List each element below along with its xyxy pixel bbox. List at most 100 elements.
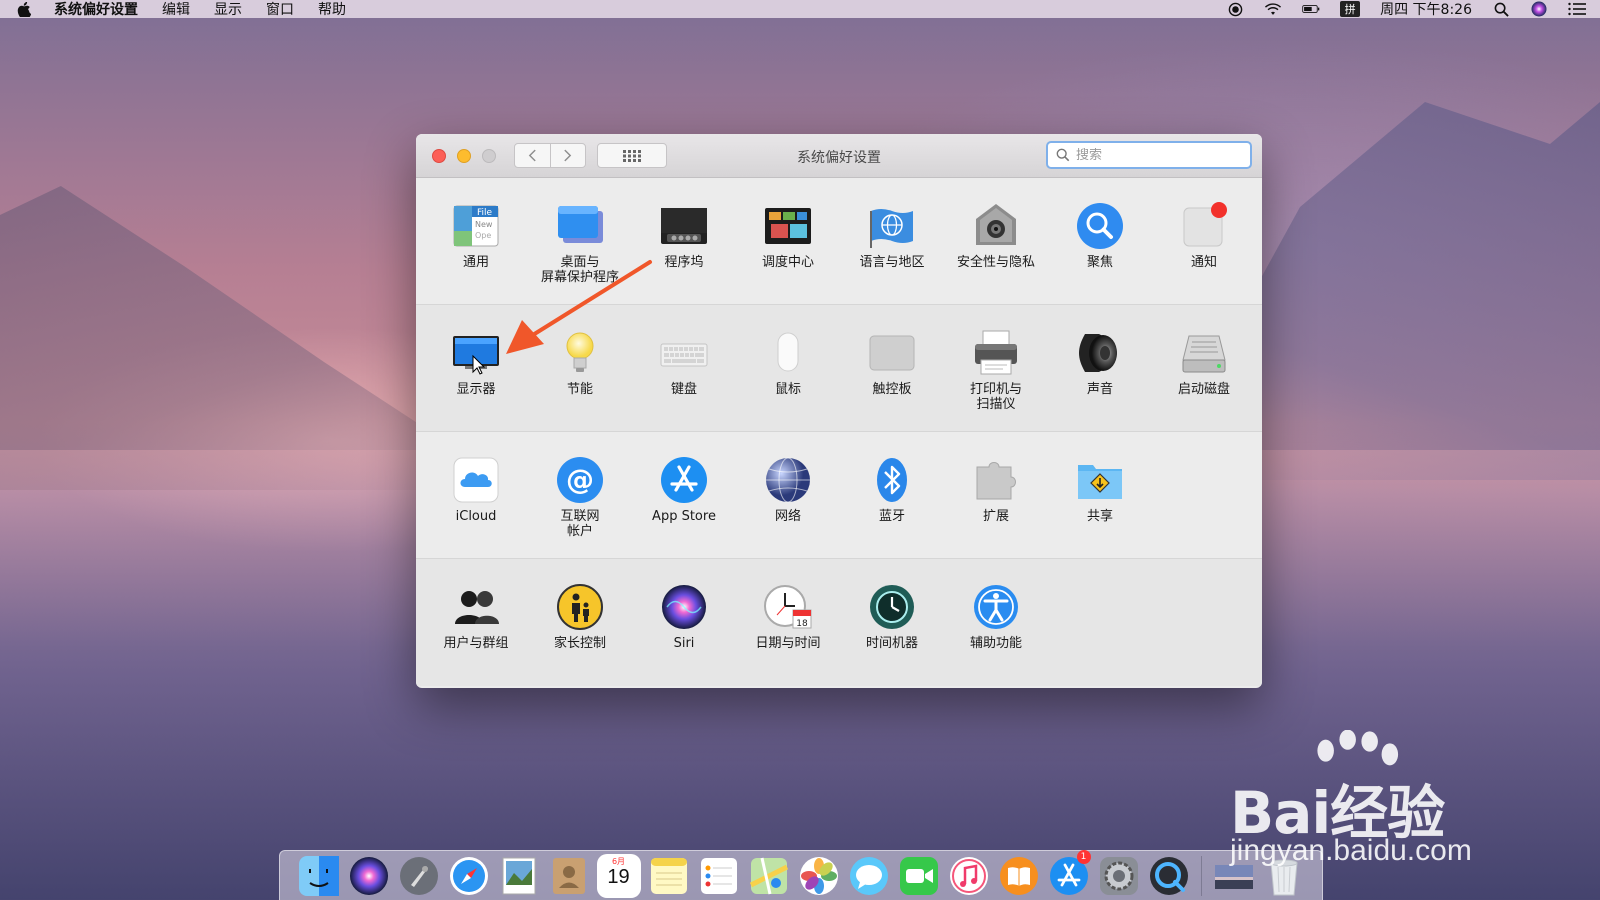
svg-text:Ope: Ope xyxy=(475,231,491,240)
dock-siri[interactable] xyxy=(347,854,391,898)
pane-internet-accounts[interactable]: @ 互联网 帐户 xyxy=(528,454,632,539)
sound-icon xyxy=(1074,327,1126,379)
menu-window[interactable]: 窗口 xyxy=(266,0,294,19)
trackpad-icon xyxy=(866,327,918,379)
pane-trackpad[interactable]: 触控板 xyxy=(840,327,944,397)
dock-photos[interactable] xyxy=(797,854,841,898)
pane-mouse[interactable]: 鼠标 xyxy=(736,327,840,397)
pane-date-time[interactable]: 18 日期与时间 xyxy=(736,581,840,651)
dock-app-store[interactable]: 1 xyxy=(1047,850,1091,898)
mouse-icon xyxy=(762,327,814,379)
pane-label: App Store xyxy=(652,509,716,524)
users-groups-icon xyxy=(450,581,502,633)
dock-ibooks[interactable] xyxy=(997,854,1041,898)
pane-bluetooth[interactable]: 蓝牙 xyxy=(840,454,944,524)
dock-quicktime[interactable] xyxy=(1147,854,1191,898)
facetime-icon xyxy=(899,857,938,895)
finder-icon xyxy=(298,856,339,896)
dock-launchpad[interactable] xyxy=(397,854,441,898)
spotlight-search-icon[interactable] xyxy=(1492,2,1510,17)
extensions-icon xyxy=(970,454,1022,506)
pane-notifications[interactable]: 通知 xyxy=(1152,200,1256,270)
siri-menu-icon[interactable] xyxy=(1530,1,1548,17)
dock: 6月 19 1 xyxy=(279,850,1323,900)
dock-reminders[interactable] xyxy=(697,854,741,898)
app-store-badge: 1 xyxy=(1076,850,1091,864)
dock-contacts[interactable] xyxy=(547,854,591,898)
mission-control-icon xyxy=(762,200,814,252)
dock-notes[interactable] xyxy=(647,854,691,898)
wifi-icon[interactable] xyxy=(1264,2,1282,16)
preview-icon xyxy=(502,857,535,895)
pane-icloud[interactable]: iCloud xyxy=(424,454,528,524)
pane-sound[interactable]: 声音 xyxy=(1048,327,1152,397)
svg-text:New: New xyxy=(475,220,493,229)
pane-label: 蓝牙 xyxy=(878,509,905,524)
window-titlebar[interactable]: 系统偏好设置 xyxy=(416,134,1262,178)
preferences-grid: File New Ope 通用 桌面与 屏幕保护程序 程序坞 调度中心 语言与地… xyxy=(416,178,1262,686)
pane-sharing[interactable]: 共享 xyxy=(1048,454,1152,524)
pane-time-machine[interactable]: 时间机器 xyxy=(840,581,944,651)
pane-label: 程序坞 xyxy=(664,255,704,270)
pane-mission-control[interactable]: 调度中心 xyxy=(736,200,840,270)
internet-accounts-icon: @ xyxy=(554,454,606,506)
pane-label: 扩展 xyxy=(982,509,1009,524)
svg-text:@: @ xyxy=(566,463,594,496)
pane-label: 网络 xyxy=(774,509,801,524)
maps-icon xyxy=(749,857,788,895)
dock-calendar[interactable]: 6月 19 xyxy=(596,854,641,898)
menu-app-name[interactable]: 系统偏好设置 xyxy=(54,0,138,19)
menu-edit[interactable]: 编辑 xyxy=(162,0,190,19)
dock-system-preferences[interactable] xyxy=(1097,854,1141,898)
displays-icon xyxy=(450,327,502,379)
books-icon xyxy=(999,857,1038,895)
dock-finder[interactable] xyxy=(297,854,341,898)
dock-facetime[interactable] xyxy=(897,854,941,898)
dock-maps[interactable] xyxy=(747,854,791,898)
menu-clock[interactable]: 周四 下午8:26 xyxy=(1380,0,1472,19)
pane-accessibility[interactable]: 辅助功能 xyxy=(944,581,1048,651)
screen-record-icon[interactable] xyxy=(1226,2,1244,16)
icloud-icon xyxy=(450,454,502,506)
pane-network[interactable]: 网络 xyxy=(736,454,840,524)
menu-help[interactable]: 帮助 xyxy=(318,0,346,19)
pane-spotlight[interactable]: 聚焦 xyxy=(1048,200,1152,270)
pane-language-region[interactable]: 语言与地区 xyxy=(840,200,944,270)
dock-preview[interactable] xyxy=(497,854,541,898)
pane-users-groups[interactable]: 用户与群组 xyxy=(424,581,528,651)
quicktime-icon xyxy=(1149,857,1188,895)
pane-app-store[interactable]: App Store xyxy=(632,454,736,524)
siri-icon xyxy=(349,857,388,895)
pane-label: 启动磁盘 xyxy=(1177,382,1230,397)
menu-view[interactable]: 显示 xyxy=(214,0,242,19)
battery-icon[interactable] xyxy=(1302,2,1320,16)
pane-parental-controls[interactable]: 家长控制 xyxy=(528,581,632,651)
search-field[interactable] xyxy=(1046,141,1252,169)
preferences-section-system: 用户与群组 家长控制 Siri 18 日期与时间 时间机器 辅助功能 xyxy=(416,559,1262,686)
app-store-icon xyxy=(658,454,710,506)
dock-itunes[interactable] xyxy=(947,854,991,898)
sharing-icon xyxy=(1074,454,1126,506)
input-method-icon[interactable]: 拼 xyxy=(1340,1,1361,17)
photos-icon xyxy=(799,857,838,895)
search-input[interactable] xyxy=(1076,147,1236,163)
pane-label: 通用 xyxy=(462,255,489,270)
notification-center-icon[interactable] xyxy=(1568,2,1586,16)
notes-icon xyxy=(650,858,687,894)
pane-label: 日期与时间 xyxy=(755,636,821,651)
pane-extensions[interactable]: 扩展 xyxy=(944,454,1048,524)
pane-siri[interactable]: Siri xyxy=(632,581,736,651)
pane-label: 共享 xyxy=(1086,509,1113,524)
itunes-icon xyxy=(949,857,988,895)
apple-menu-icon[interactable] xyxy=(16,1,32,17)
pane-startup-disk[interactable]: 启动磁盘 xyxy=(1152,327,1256,397)
pane-label: 通知 xyxy=(1190,255,1217,270)
pane-label: 鼠标 xyxy=(774,382,801,397)
pane-printers-scanners[interactable]: 打印机与 扫描仪 xyxy=(944,327,1048,412)
dock-safari[interactable] xyxy=(447,854,491,898)
accessibility-icon xyxy=(970,581,1022,633)
siri-icon xyxy=(658,581,710,633)
dock-messages[interactable] xyxy=(847,854,891,898)
pane-security-privacy[interactable]: 安全性与隐私 xyxy=(944,200,1048,270)
gear-icon xyxy=(1099,857,1138,895)
